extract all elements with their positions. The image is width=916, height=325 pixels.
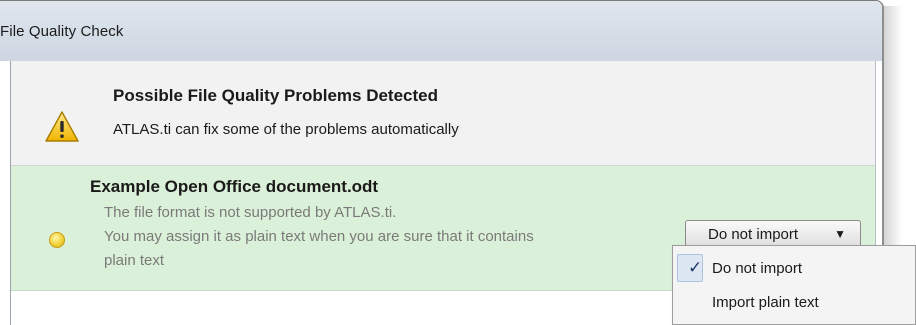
header-subtitle: ATLAS.ti can fix some of the problems au… [113,121,459,138]
file-name: Example Open Office document.odt [90,177,379,196]
import-action-select[interactable]: Do not import ▼ [685,220,861,248]
chevron-down-icon: ▼ [834,227,846,241]
menu-item-label: Do not import [712,260,803,277]
message-line: The file format is not supported by ATLA… [104,204,397,221]
message-line: You may assign it as plain text when you… [104,228,534,245]
problems-header: Possible File Quality Problems Detected … [11,61,875,166]
menu-item-label: Import plain text [712,294,819,311]
warning-triangle-icon [45,111,79,142]
import-action-dropdown-menu: ✓ Do not import Import plain text [672,245,916,325]
select-value: Do not import [708,226,799,243]
header-title: Possible File Quality Problems Detected [113,86,438,105]
menu-item-do-not-import[interactable]: ✓ Do not import [673,254,915,284]
message-line: plain text [104,252,165,269]
yellow-status-dot-icon [49,232,65,248]
check-highlight: ✓ [677,254,703,282]
title-bar[interactable]: File Quality Check [0,1,882,61]
menu-item-import-plain-text[interactable]: Import plain text [673,288,915,318]
window-title: File Quality Check [0,23,124,40]
screen: File Quality Check Possible File Quality… [0,0,916,325]
checkmark-icon: ✓ [688,258,703,277]
